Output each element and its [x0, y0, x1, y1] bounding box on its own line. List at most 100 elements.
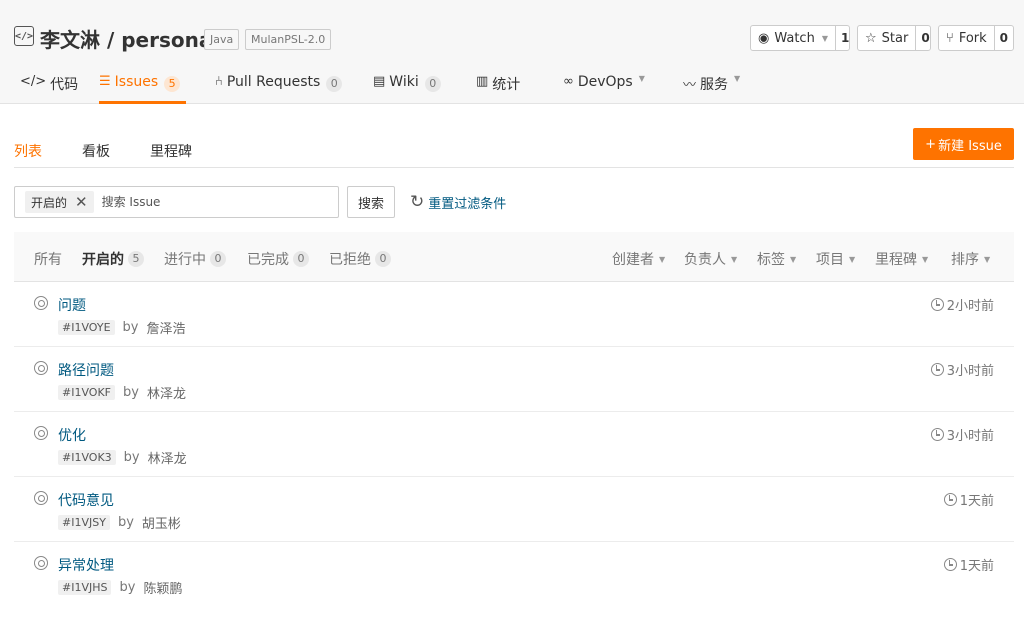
filter-label: 里程碑 [875, 252, 917, 268]
search-button[interactable]: 搜索 [347, 186, 395, 218]
tab-count: 0 [424, 76, 441, 92]
watch-button[interactable]: ◉ Watch ▼ 1 [750, 25, 850, 51]
code-repo-icon: </> [14, 26, 34, 46]
repo-title[interactable]: 李文淋 / personal [40, 24, 219, 53]
tab-code[interactable]: </> 代码 [20, 70, 78, 104]
state-label: 已拒绝 [329, 252, 371, 268]
issue-id[interactable]: #I1VJHS [58, 580, 112, 595]
state-label: 进行中 [164, 252, 206, 268]
watch-count[interactable]: 1 [834, 26, 854, 50]
issue-search-box[interactable]: 开启的 ✕ [14, 186, 339, 218]
filter-sort[interactable]: 排序 ▼ [951, 249, 990, 269]
filter-label-dropdown[interactable]: 标签 ▼ [757, 249, 796, 269]
issue-row[interactable]: 问题 #I1VOYE by 詹泽浩 2小时前 [14, 282, 1014, 347]
new-issue-button[interactable]: + 新建 Issue [913, 128, 1014, 160]
issue-time-label: 3小时前 [946, 429, 994, 444]
issue-author[interactable]: 林泽龙 [148, 448, 187, 467]
filter-creator[interactable]: 创建者 ▼ [612, 249, 665, 269]
filter-chip[interactable]: 开启的 ✕ [25, 191, 94, 213]
issue-filter-bar: 所有 开启的 5 进行中 0 已完成 0 已拒绝 0 创建者 ▼ 负责人 ▼ 标签 ▼… [14, 232, 1014, 282]
issue-title[interactable]: 问题 [58, 295, 86, 315]
filter-chip-label: 开启的 [31, 195, 68, 210]
issue-title[interactable]: 路径问题 [58, 360, 114, 380]
state-in-progress[interactable]: 进行中 0 [164, 249, 226, 269]
issues-icon: ☰ [99, 74, 111, 89]
issue-meta: #I1VJHS by 陈颖鹏 [58, 578, 182, 597]
issue-time-label: 1天前 [959, 494, 994, 509]
issue-author[interactable]: 胡玉彬 [142, 513, 181, 532]
issue-row[interactable]: 优化 #I1VOK3 by 林泽龙 3小时前 [14, 412, 1014, 477]
subnav-list[interactable]: 列表 [14, 141, 42, 161]
close-icon[interactable]: ✕ [75, 193, 88, 211]
chevron-down-icon: ▼ [922, 254, 929, 264]
issue-time: 1天前 [943, 555, 994, 574]
clock-icon [930, 428, 944, 441]
issue-time: 2小时前 [930, 295, 994, 314]
devops-icon: ∞ [563, 74, 574, 89]
issue-time: 3小时前 [930, 360, 994, 379]
repo-header: </> 李文淋 / personal Java MulanPSL-2.0 ◉ W… [0, 0, 1024, 104]
fork-button[interactable]: ⑂ Fork 0 [938, 25, 1014, 51]
tab-service[interactable]: 〰 服务 ▼ [683, 70, 740, 104]
fork-icon: ⑂ [946, 30, 954, 46]
plus-icon: + [925, 136, 937, 152]
chevron-down-icon: ▼ [734, 74, 741, 83]
star-count[interactable]: 0 [915, 26, 934, 50]
license-badge[interactable]: MulanPSL-2.0 [245, 29, 332, 50]
state-count: 5 [128, 251, 144, 267]
issue-by: by [119, 580, 136, 595]
issue-time: 3小时前 [930, 425, 994, 444]
tab-stats[interactable]: ▥ 统计 [476, 70, 520, 104]
chevron-down-icon: ▼ [790, 254, 797, 264]
filter-project[interactable]: 项目 ▼ [816, 249, 855, 269]
tab-pull-requests[interactable]: ⑃ Pull Requests 0 [215, 70, 343, 104]
issue-author[interactable]: 陈颖鹏 [143, 578, 182, 597]
issue-open-icon [34, 556, 48, 570]
subnav-board[interactable]: 看板 [82, 141, 110, 161]
issue-title[interactable]: 代码意见 [58, 490, 114, 510]
issue-row[interactable]: 异常处理 #I1VJHS by 陈颖鹏 1天前 [14, 542, 1014, 607]
issue-id[interactable]: #I1VOK3 [58, 450, 116, 465]
tab-devops[interactable]: ∞ DevOps ▼ [563, 70, 645, 104]
tab-issues[interactable]: ☰ Issues 5 [99, 70, 186, 104]
state-open[interactable]: 开启的 5 [82, 249, 144, 269]
state-count: 0 [210, 251, 226, 267]
reset-filters-link[interactable]: ↻ 重置过滤条件 [410, 192, 506, 212]
issue-open-icon [34, 491, 48, 505]
issue-author[interactable]: 林泽龙 [147, 383, 186, 402]
fork-count[interactable]: 0 [993, 26, 1013, 50]
filter-label: 创建者 [612, 252, 654, 268]
filter-milestone[interactable]: 里程碑 ▼ [875, 249, 928, 269]
issue-id[interactable]: #I1VJSY [58, 515, 110, 530]
issue-open-icon [34, 426, 48, 440]
state-count: 0 [293, 251, 309, 267]
issue-row[interactable]: 路径问题 #I1VOKF by 林泽龙 3小时前 [14, 347, 1014, 412]
issue-by: by [123, 385, 139, 400]
issue-row[interactable]: 代码意见 #I1VJSY by 胡玉彬 1天前 [14, 477, 1014, 542]
refresh-icon: ↻ [410, 192, 425, 212]
star-button[interactable]: ☆ Star 0 [857, 25, 931, 51]
issue-author[interactable]: 詹泽浩 [146, 318, 185, 337]
tab-count: 5 [164, 76, 181, 92]
chevron-down-icon: ▼ [821, 33, 828, 43]
issue-id[interactable]: #I1VOYE [58, 320, 115, 335]
state-rejected[interactable]: 已拒绝 0 [329, 249, 391, 269]
language-badge[interactable]: Java [204, 29, 240, 50]
chevron-down-icon: ▼ [849, 254, 856, 264]
pull-request-icon: ⑃ [215, 74, 223, 89]
state-all[interactable]: 所有 [34, 249, 62, 269]
state-done[interactable]: 已完成 0 [247, 249, 309, 269]
issue-title[interactable]: 异常处理 [58, 555, 114, 575]
issue-meta: #I1VOK3 by 林泽龙 [58, 448, 187, 467]
issue-title[interactable]: 优化 [58, 425, 86, 445]
tab-count: 0 [326, 76, 343, 92]
state-label: 所有 [34, 252, 62, 268]
filter-assignee[interactable]: 负责人 ▼ [684, 249, 737, 269]
tab-label: 代码 [50, 77, 79, 93]
tab-wiki[interactable]: ▤ Wiki 0 [373, 70, 441, 104]
search-input[interactable] [101, 195, 272, 209]
subnav-milestones[interactable]: 里程碑 [150, 141, 192, 161]
issue-time-label: 3小时前 [946, 364, 994, 379]
eye-icon: ◉ [758, 30, 770, 46]
issue-id[interactable]: #I1VOKF [58, 385, 115, 400]
